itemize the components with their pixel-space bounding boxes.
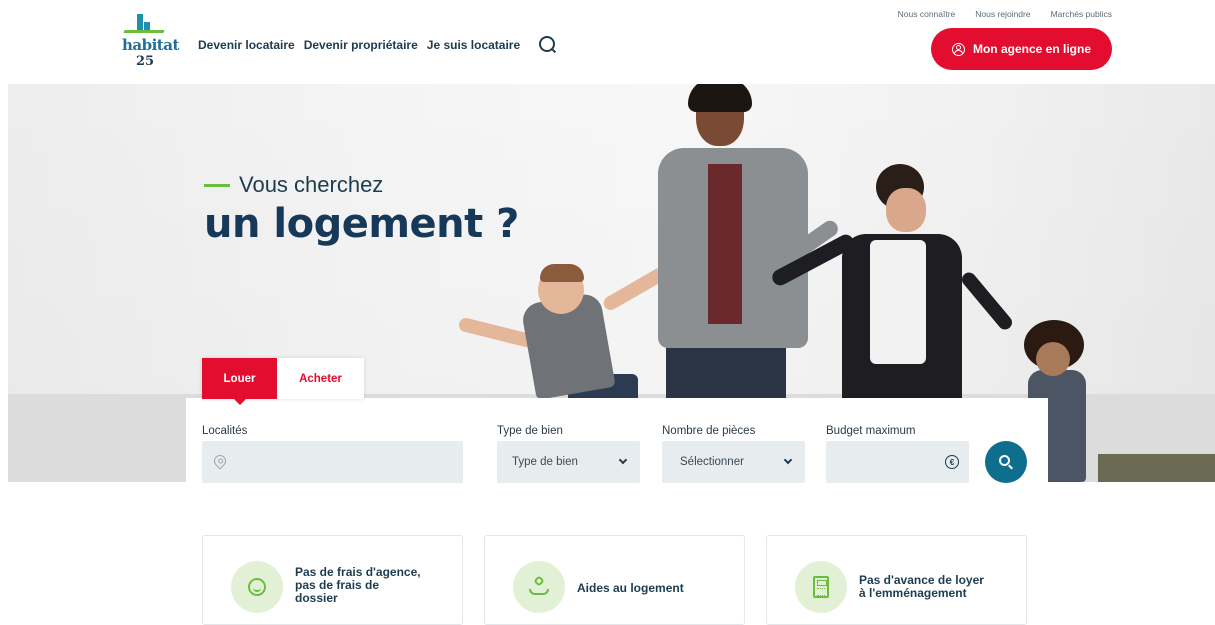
top-link-nous-rejoindre[interactable]: Nous rejoindre (975, 9, 1030, 19)
man-hair (688, 84, 752, 112)
pieces-select[interactable]: Sélectionner (662, 441, 805, 483)
feature-text: Pas de frais d'agence, pas de frais de d… (295, 565, 421, 605)
type-label: Type de bien (497, 425, 563, 437)
logo-roof (123, 30, 165, 33)
chevron-down-icon (618, 455, 628, 465)
smile-icon (231, 561, 283, 613)
logo-word: habitat (122, 36, 179, 54)
localites-input[interactable] (202, 441, 463, 483)
man-shirt (708, 164, 742, 324)
feature-text: Aides au logement (577, 581, 684, 595)
top-links: Nous connaître Nous rejoindre Marchés pu… (898, 9, 1112, 19)
localites-label: Localités (202, 425, 248, 437)
woman-head (886, 188, 926, 232)
hero-title: un logement ? (204, 201, 519, 247)
budget-input[interactable]: € (826, 441, 969, 483)
site-header: habitat 25 Devenir locataire Devenir pro… (0, 0, 1215, 84)
tab-acheter[interactable]: Acheter (277, 358, 364, 399)
feature-card: Pas d'avance de loyer à l'emménagement (766, 535, 1027, 625)
search-icon[interactable] (537, 34, 559, 56)
feature-card: Aides au logement (484, 535, 745, 625)
kicker-dash (204, 183, 230, 187)
pieces-value: Sélectionner (680, 456, 744, 468)
hero-shrubs (1098, 454, 1215, 482)
search-tabs: Louer Acheter (202, 358, 364, 405)
feature-text: Pas d'avance de loyer à l'emménagement (859, 573, 984, 600)
logo-number: 25 (136, 54, 155, 69)
agency-button-label: Mon agence en ligne (972, 42, 1092, 56)
calculator-icon (795, 561, 847, 613)
search-submit-button[interactable] (985, 441, 1027, 483)
agency-online-button[interactable]: Mon agence en ligne (931, 28, 1112, 70)
chevron-down-icon (783, 455, 793, 465)
boy-hair (540, 264, 584, 282)
nav-devenir-proprietaire[interactable]: Devenir propriétaire (304, 38, 418, 52)
user-circle-icon (951, 42, 965, 56)
tab-louer[interactable]: Louer (202, 358, 277, 405)
habitat25-logo[interactable]: habitat 25 (118, 12, 179, 72)
hero-kicker-text: Vous cherchez (239, 172, 384, 197)
type-value: Type de bien (512, 456, 578, 468)
hero-kicker: Vous cherchez (204, 172, 383, 198)
type-select[interactable]: Type de bien (497, 441, 640, 483)
top-link-nous-connaitre[interactable]: Nous connaître (898, 9, 956, 19)
nav-je-suis-locataire[interactable]: Je suis locataire (427, 38, 520, 52)
feature-card: Pas de frais d'agence, pas de frais de d… (202, 535, 463, 625)
woman-arm (959, 269, 1015, 333)
pieces-label: Nombre de pièces (662, 425, 756, 437)
main-nav: Devenir locataire Devenir propriétaire J… (198, 34, 559, 56)
euro-icon: € (945, 455, 959, 469)
top-link-marches-publics[interactable]: Marchés publics (1051, 9, 1112, 19)
budget-label: Budget maximum (826, 425, 916, 437)
girl-head (1036, 342, 1070, 376)
woman-top (870, 240, 926, 364)
nav-devenir-locataire[interactable]: Devenir locataire (198, 38, 295, 52)
location-pin-icon (211, 452, 229, 470)
hand-heart-icon (513, 561, 565, 613)
